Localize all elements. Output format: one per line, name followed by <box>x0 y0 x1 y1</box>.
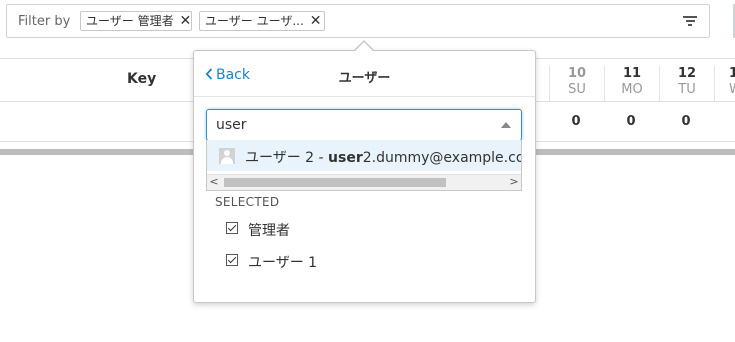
result-text: ユーザー 2 - user2.dummy@example.co <box>245 147 522 167</box>
day-column-10: 10 SU <box>549 66 604 101</box>
count-cell: 0 <box>626 114 636 129</box>
checkbox-checked-icon[interactable] <box>226 254 238 266</box>
back-button[interactable]: Back <box>205 67 250 83</box>
user-avatar-icon <box>219 148 235 164</box>
count-cell: 0 <box>681 114 691 129</box>
day-name: TU <box>678 82 696 97</box>
result-email-rest: 2.dummy@example.co <box>362 150 522 166</box>
result-user-name: ユーザー 2 <box>245 150 315 166</box>
selected-item-label: ユーザー 1 <box>248 255 318 271</box>
chip-text: ユーザー ユーザ... <box>205 14 304 28</box>
scroll-right-icon[interactable]: > <box>507 175 521 189</box>
chip-text: ユーザー 管理者 <box>86 14 174 28</box>
chevron-left-icon <box>205 68 213 80</box>
filter-chip-user[interactable]: ユーザー ユーザ... ✕ <box>199 11 325 31</box>
day-column-13: 1 W <box>714 66 735 101</box>
caret-up-icon[interactable] <box>501 122 511 128</box>
result-match: user <box>328 150 363 166</box>
count-cell: 0 <box>571 114 581 129</box>
day-name: W <box>729 82 735 98</box>
scroll-left-icon[interactable]: < <box>207 175 221 189</box>
close-icon[interactable]: ✕ <box>177 12 193 30</box>
key-column-header: Key <box>127 71 157 87</box>
scrollbar-thumb[interactable] <box>224 178 446 187</box>
day-number: 12 <box>677 66 697 81</box>
filter-by-label: Filter by <box>18 14 71 29</box>
filter-lines-icon[interactable] <box>683 16 697 28</box>
back-label: Back <box>216 67 250 83</box>
filter-chip-admin[interactable]: ユーザー 管理者 ✕ <box>80 11 192 31</box>
day-name: SU <box>568 82 586 97</box>
selected-item-label: 管理者 <box>248 223 290 239</box>
day-column-12: 12 TU <box>659 66 714 101</box>
popover-arrow-fill <box>354 42 374 52</box>
results-horizontal-scrollbar[interactable]: < > <box>207 174 521 190</box>
close-icon[interactable]: ✕ <box>308 12 324 30</box>
day-column-11: 11 MO <box>604 66 659 101</box>
popover-header: ユーザー Back <box>194 51 535 97</box>
day-number: 11 <box>622 66 642 81</box>
selected-section-label: SELECTED <box>215 195 280 209</box>
result-item-user-2[interactable]: ユーザー 2 - user2.dummy@example.co <box>207 140 522 171</box>
search-results-list: ユーザー 2 - user2.dummy@example.co < > <box>206 140 522 191</box>
day-number: 10 <box>567 66 587 81</box>
filter-bar: Filter by ユーザー 管理者 ✕ ユーザー ユーザ... ✕ <box>6 4 710 38</box>
result-separator: - <box>314 150 329 166</box>
user-filter-popover: ユーザー Back ユーザー 2 - user2.dummy@example.c… <box>193 50 536 303</box>
day-name: MO <box>621 82 643 97</box>
checkbox-checked-icon[interactable] <box>226 222 238 234</box>
user-search-input[interactable] <box>206 109 522 141</box>
day-number: 1 <box>729 66 735 81</box>
